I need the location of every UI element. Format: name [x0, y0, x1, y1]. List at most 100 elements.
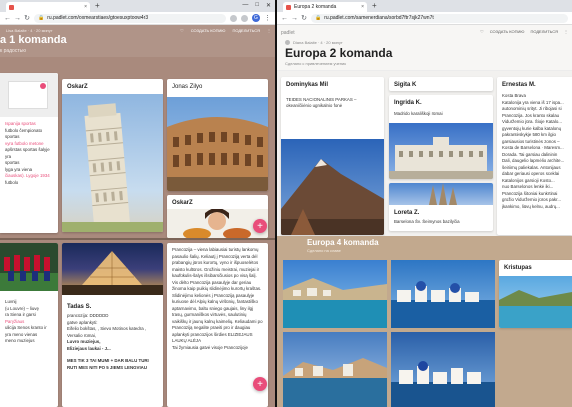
post-card[interactable]: Ernestas M. Kosta Brava Katalonija yra v… — [497, 77, 572, 235]
heart-icon[interactable]: ♡ — [180, 28, 184, 33]
reload-button[interactable]: ↻ — [24, 14, 30, 22]
football-team-image — [0, 243, 58, 291]
lock-icon: 🔒 — [315, 15, 322, 21]
share-button[interactable]: ПОДЕЛИТЬСЯ — [232, 28, 260, 33]
royal-palace-image — [389, 123, 493, 179]
tab-close-icon[interactable]: × — [361, 4, 364, 10]
back-button[interactable]: ← — [4, 15, 11, 22]
add-post-button[interactable]: + — [253, 219, 267, 233]
island-night-image[interactable] — [391, 332, 495, 407]
padlet-header: padlet Diana Balaite · 4 · 20 минут Euro… — [277, 25, 572, 71]
padlet-favicon-icon — [286, 4, 291, 10]
padlet-favicon-icon — [9, 4, 14, 10]
post-text: futbolo — [5, 179, 19, 185]
post-card[interactable]: Ingrida K. Madrido karališkoji rūmai — [389, 95, 493, 179]
teide-volcano-image — [281, 139, 384, 235]
extension-icon[interactable] — [241, 14, 248, 22]
embedded-padlet-europa4[interactable]: Europa 4 komanda Сделано на славе Kristu… — [277, 236, 572, 407]
coast-image[interactable] — [283, 260, 387, 328]
post-text: meno muziejus — [5, 338, 35, 343]
harbor-image[interactable] — [283, 332, 387, 407]
colosseum-image — [167, 97, 268, 191]
post-card[interactable]: Dominykas Mil TEIDES NACIONALINIS PARKAS… — [281, 77, 384, 235]
post-card[interactable]: Loreta Z. Barselona Šv. Šeimynos bazilyč… — [389, 183, 493, 231]
browser-menu-icon[interactable]: ⋮ — [264, 14, 271, 22]
reload-button[interactable]: ↻ — [301, 14, 307, 22]
new-tab-button[interactable]: + — [95, 1, 100, 10]
post-author: Jonas Zilyo — [172, 84, 203, 90]
minimize-button[interactable]: — — [242, 2, 248, 9]
post-text: autonominių srityt. Ji ribojasi si — [502, 106, 562, 111]
louvre-image — [62, 243, 163, 295]
padlet-logo[interactable]: padlet — [281, 30, 295, 36]
address-bar-row: ← → ↻ 🔒 ru.padlet.com/samenerdiana/sorbd… — [277, 12, 572, 25]
more-icon[interactable]: ⋮ — [267, 28, 271, 33]
avatar — [285, 40, 290, 45]
post-card[interactable]: Sigita K — [389, 77, 493, 91]
url-text: ru.padlet.com/samenerdiana/sorbd7ftr7sjk… — [324, 15, 434, 21]
post-card[interactable]: Kristupas — [499, 260, 572, 328]
post-text: Barselona Šv. Šeimynos bazilyčia — [394, 219, 460, 224]
post-author: Dominykas Mil — [286, 82, 329, 88]
padlet-actions: ♡ СОЗДАТЬ КОПИЮ ПОДЕЛИТЬСЯ ⋮ — [180, 28, 271, 33]
new-tab-button[interactable]: + — [372, 1, 377, 10]
beach-image — [499, 276, 572, 328]
post-text: Tai žymiausia gatvė visoje Prancūzijoje — [172, 344, 248, 350]
post-author: Sigita K — [394, 82, 417, 88]
post-text: Dali, daugelio lapmėlio archite... — [502, 158, 565, 163]
browser-tab[interactable]: Europa 2 komanda × — [283, 2, 367, 12]
post-text: Viduržemio jūra. Šioje Katalo... — [502, 119, 562, 124]
back-button[interactable]: ← — [281, 15, 288, 22]
padlet-author: Diana Balaite · 4 · 20 минут — [293, 40, 343, 45]
extension-icon[interactable] — [230, 14, 237, 22]
maximize-button[interactable]: □ — [255, 2, 259, 9]
padlet-subtitle: Сделано с привлечением ученик — [285, 61, 346, 66]
padlet-title: Europa 2 komanda — [285, 46, 393, 60]
share-button[interactable]: ПОДЕЛИТЬСЯ — [530, 29, 558, 34]
post-author: Ernestas M. — [502, 82, 536, 88]
more-icon[interactable]: ⋮ — [564, 29, 568, 34]
close-window-button[interactable]: ✕ — [266, 2, 271, 9]
post-text: Eliziejaus laukai - J... — [67, 345, 111, 351]
browser-tab[interactable]: × — [6, 2, 90, 12]
post-author: Tadas S. — [67, 304, 92, 310]
profile-avatar[interactable]: G — [252, 14, 260, 22]
post-text: įkankimo, liūvų kelnu, audrų... — [502, 203, 560, 209]
sagrada-familia-image — [389, 183, 493, 205]
tab-close-icon[interactable]: × — [84, 4, 87, 10]
lock-icon: 🔒 — [38, 15, 45, 21]
padlet-subtitle: Сделано на славе — [307, 248, 341, 253]
post-card[interactable]: Tadas S. prancūzija: DDDDDD gatve aplank… — [62, 243, 163, 407]
post-card[interactable]: Jonas Zilyo — [167, 79, 268, 191]
address-bar[interactable]: 🔒 ru.padlet.com/samenerdiana/sorbd7ftr7s… — [311, 13, 568, 23]
post-author: Kristupas — [504, 265, 532, 271]
padlet-title: Europa 4 komanda — [307, 238, 379, 247]
post-text: MES TIK 3 TAI MUMI + DAR BALU TURI RUTI … — [67, 358, 149, 370]
address-bar[interactable]: 🔒 ru.padlet.com/oxmearstiaes/gtoesuxptoo… — [34, 13, 226, 23]
post-card[interactable]: Ispanija sportas futbolo čempionato spor… — [0, 73, 58, 233]
post-card[interactable]: OskarZ — [167, 195, 268, 238]
post-text: Madrido karališkoji rūmai — [394, 111, 443, 116]
tab-bar: Europa 2 komanda × + — [277, 0, 572, 12]
santorini-image[interactable] — [391, 260, 495, 328]
section-divider — [0, 238, 275, 240]
forward-button[interactable]: → — [14, 15, 21, 22]
tab-bar: × + — □ ✕ — [0, 0, 275, 12]
forward-button[interactable]: → — [291, 15, 298, 22]
window-controls: — □ ✕ — [242, 2, 271, 9]
heart-icon[interactable]: ♡ — [480, 29, 484, 34]
post-author: OskarZ — [67, 84, 88, 90]
padlet-author: Lisa Balaite · 4 · 20 минут — [6, 28, 53, 33]
address-bar-row: ← → ↻ 🔒 ru.padlet.com/oxmearstiaes/gtoes… — [0, 12, 275, 25]
post-text: čiauskas). Lygoje 1934 — [5, 173, 50, 178]
post-text: Prancūzija – viena labiausiai turistų la… — [172, 247, 263, 343]
post-card[interactable]: Luvnij (u Louvre) – liuvę ra Siena ir ga… — [0, 243, 58, 407]
post-text: ulicija Senos kranto ir — [5, 325, 47, 330]
post-text: Eifelio bokštas, , Sievo Motinos katedra… — [67, 326, 147, 331]
post-card[interactable]: OskarZ — [62, 79, 163, 232]
copy-button[interactable]: СОЗДАТЬ КОПИЮ — [191, 28, 226, 33]
post-text: Kosta de Barselona · Maresm... — [502, 145, 564, 150]
copy-button[interactable]: СОЗДАТЬ КОПИЮ — [490, 29, 525, 34]
add-post-button[interactable]: + — [253, 377, 267, 391]
post-author: Ingrida K. — [394, 100, 422, 106]
